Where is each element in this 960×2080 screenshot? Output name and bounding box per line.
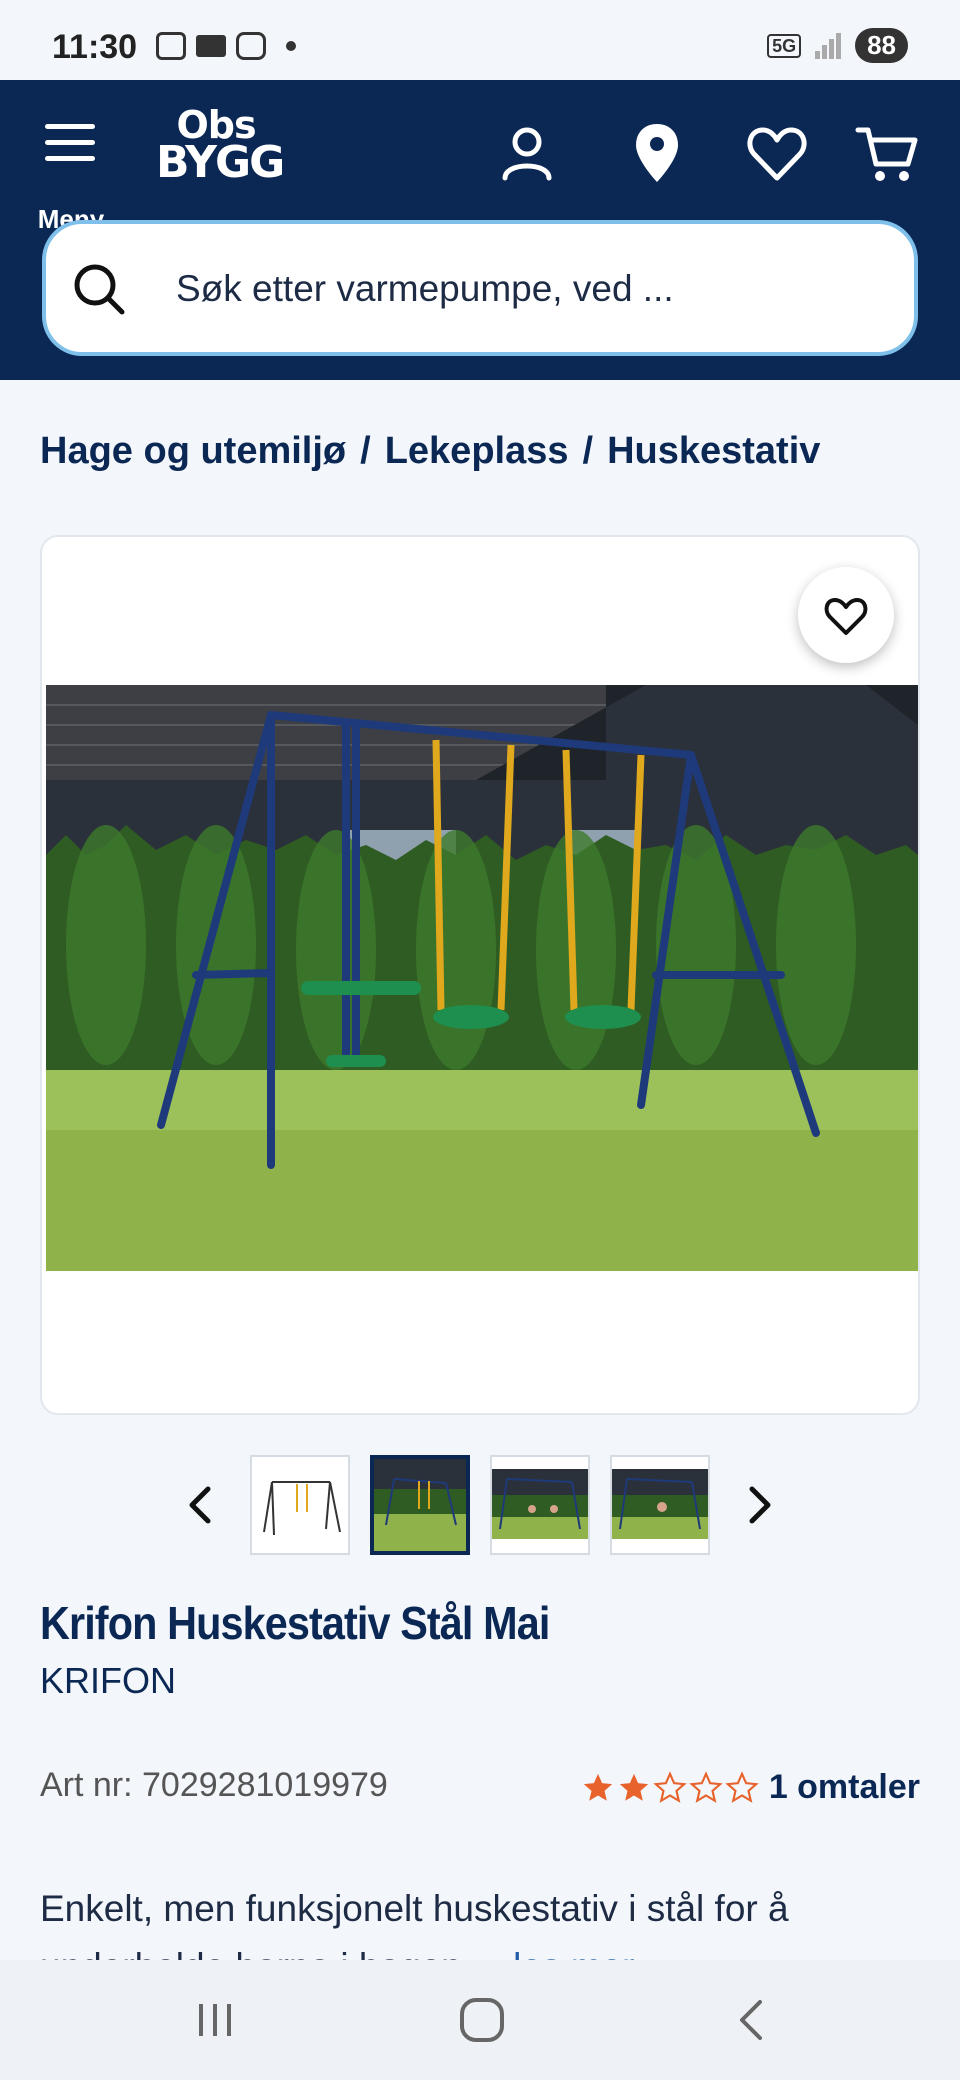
recent-apps-icon — [199, 2004, 231, 2036]
status-right: 5G 88 — [767, 28, 908, 63]
status-bar: 11:30 5G 88 — [0, 0, 960, 80]
store-location-icon[interactable] — [622, 118, 692, 188]
product-main-image[interactable] — [46, 685, 918, 1271]
article-number: Art nr: 7029281019979 — [40, 1766, 388, 1804]
star-filled-icon — [619, 1773, 648, 1801]
breadcrumb-separator: / — [360, 430, 371, 472]
heart-icon — [824, 598, 868, 635]
notification-icons — [156, 32, 296, 60]
product-rating[interactable]: 1 omtaler — [581, 1768, 920, 1807]
back-icon — [740, 2000, 762, 2040]
signal-icon — [815, 32, 842, 59]
gallery-icon — [156, 32, 186, 60]
next-image-button[interactable] — [730, 1475, 790, 1535]
thumbnail-3[interactable] — [490, 1455, 590, 1555]
wishlist-icon[interactable] — [742, 118, 812, 188]
review-count: 1 omtaler — [768, 1768, 920, 1806]
breadcrumb-lekeplass[interactable]: Lekeplass — [385, 430, 569, 473]
battery-icon: 88 — [855, 28, 908, 63]
chevron-right-icon — [749, 1486, 771, 1524]
breadcrumb-huskestativ[interactable]: Huskestativ — [607, 430, 820, 473]
menu-button[interactable]: Meny — [36, 114, 106, 234]
previous-image-button[interactable] — [170, 1475, 230, 1535]
breadcrumb-hage[interactable]: Hage og utemiljø — [40, 430, 346, 473]
account-icon[interactable] — [492, 118, 562, 188]
product-title: Krifon Huskestativ Stål Mai — [40, 1597, 550, 1649]
status-time: 11:30 — [52, 28, 138, 66]
mail-icon — [196, 35, 226, 57]
product-brand[interactable]: KRIFON — [40, 1660, 176, 1702]
chevron-left-icon — [189, 1486, 211, 1524]
search-bar[interactable] — [42, 220, 918, 356]
cart-icon[interactable] — [852, 118, 922, 188]
site-header: Meny Obs BYGG — [0, 80, 960, 380]
back-button[interactable] — [722, 1990, 782, 2050]
star-empty-icon — [653, 1770, 687, 1803]
system-navigation-bar — [0, 1960, 960, 2080]
home-button[interactable] — [452, 1990, 512, 2050]
breadcrumb-separator: / — [582, 430, 594, 472]
star-empty-icon — [725, 1770, 759, 1803]
add-to-wishlist-button[interactable] — [798, 567, 894, 663]
network-icon: 5G — [767, 33, 802, 58]
star-empty-icon — [689, 1770, 723, 1803]
breadcrumb: Hage og utemiljø / Lekeplass / Huskestat… — [40, 430, 820, 473]
thumbnail-1[interactable] — [250, 1455, 350, 1555]
search-icon — [70, 260, 130, 320]
more-notifications-dot — [286, 41, 296, 51]
hamburger-icon — [45, 124, 95, 172]
product-image-card — [40, 535, 920, 1415]
thumbnail-4[interactable] — [610, 1455, 710, 1555]
recent-apps-button[interactable] — [185, 1990, 245, 2050]
obs-bygg-logo[interactable]: Obs BYGG — [156, 106, 285, 185]
star-filled-icon — [583, 1773, 612, 1801]
home-icon — [460, 1998, 504, 2042]
rating-stars — [581, 1770, 759, 1805]
thumbnail-2[interactable] — [370, 1455, 470, 1555]
instagram-icon — [236, 32, 266, 60]
image-thumbnails — [0, 1455, 960, 1555]
search-input[interactable] — [176, 254, 876, 324]
